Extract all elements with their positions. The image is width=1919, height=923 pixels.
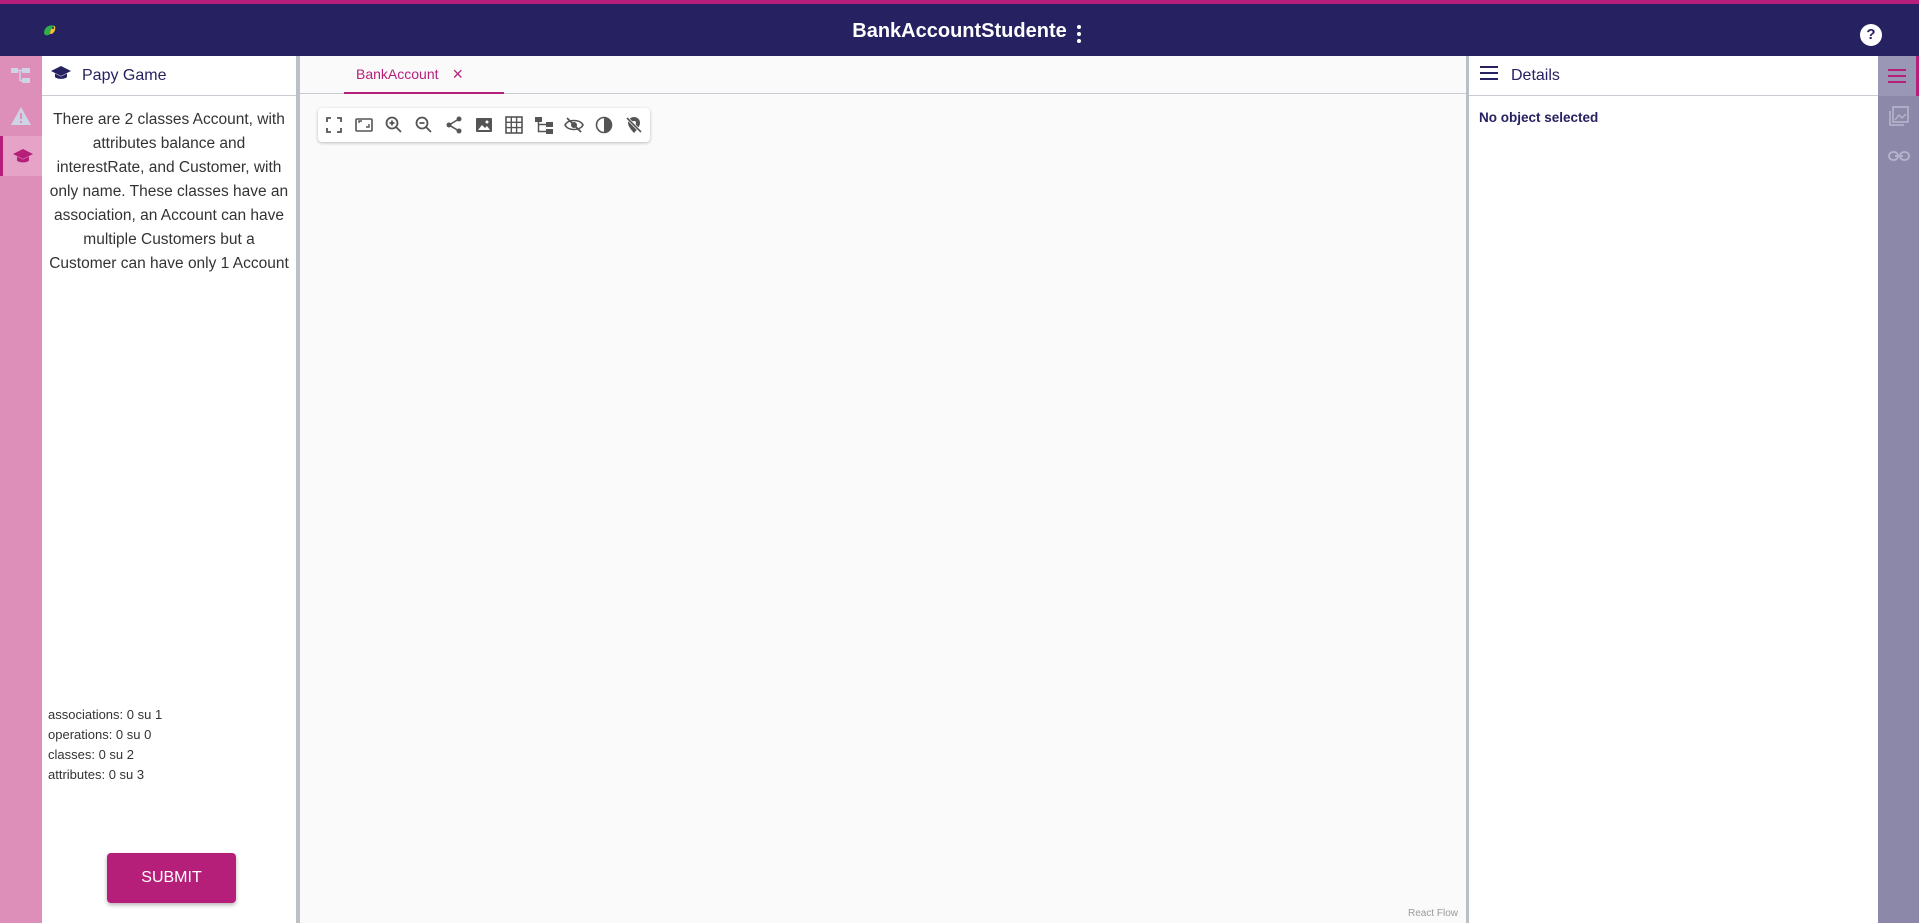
top-app-bar: BankAccountStudente ?: [0, 0, 1919, 56]
diagram-canvas[interactable]: BankAccount × React Flow: [300, 56, 1466, 923]
canvas-toolbar: [318, 108, 650, 142]
graduation-cap-icon: [50, 64, 72, 87]
details-title: Details: [1511, 66, 1560, 84]
submit-button[interactable]: SUBMIT: [107, 853, 236, 903]
image-export-icon[interactable]: [472, 113, 496, 137]
menu-icon: [1479, 65, 1499, 86]
contrast-icon[interactable]: [592, 113, 616, 137]
grid-icon[interactable]: [502, 113, 526, 137]
exercise-description: There are 2 classes Account, with attrib…: [49, 111, 289, 272]
stat-classes: classes: 0 su 2: [48, 747, 134, 762]
app-logo-icon[interactable]: [40, 21, 60, 41]
tab-bar: BankAccount ×: [300, 56, 1466, 94]
fit-view-icon[interactable]: [352, 113, 376, 137]
zoom-in-icon[interactable]: [382, 113, 406, 137]
gallery-icon[interactable]: [1878, 96, 1919, 136]
app-title: BankAccountStudente: [852, 20, 1067, 42]
stat-associations: associations: 0 su 1: [48, 707, 163, 722]
share-icon[interactable]: [442, 113, 466, 137]
fullscreen-icon[interactable]: [322, 113, 346, 137]
stat-operations: operations: 0 su 0: [48, 727, 152, 742]
empty-selection-text: No object selected: [1479, 110, 1599, 125]
tab-label: BankAccount: [356, 66, 439, 82]
graduation-cap-icon[interactable]: [0, 136, 42, 176]
game-panel-title: Papy Game: [82, 66, 167, 84]
zoom-out-icon[interactable]: [412, 113, 436, 137]
stat-attributes: attributes: 0 su 3: [48, 767, 145, 782]
details-panel: Details No object selected: [1466, 56, 1878, 923]
link-icon[interactable]: [1878, 136, 1919, 176]
help-icon[interactable]: ?: [1860, 24, 1882, 46]
game-panel-header: Papy Game: [42, 56, 296, 96]
menu-icon[interactable]: [1878, 56, 1919, 96]
right-rail: [1878, 56, 1919, 923]
more-options-icon[interactable]: [1067, 22, 1091, 46]
auto-layout-icon[interactable]: [532, 113, 556, 137]
left-rail: [0, 56, 42, 923]
hide-icon[interactable]: [562, 113, 586, 137]
game-panel: Papy Game There are 2 classes Account, w…: [42, 56, 300, 923]
progress-stats: associations: 0 su 1 operations: 0 su 0 …: [48, 705, 162, 785]
close-icon[interactable]: ×: [453, 65, 464, 83]
details-header: Details: [1469, 56, 1878, 96]
tab-bankaccount[interactable]: BankAccount ×: [344, 56, 504, 94]
warning-icon[interactable]: [0, 96, 42, 136]
react-flow-attribution[interactable]: React Flow: [1408, 908, 1458, 919]
diagram-tree-icon[interactable]: [0, 56, 42, 96]
location-off-icon[interactable]: [622, 113, 646, 137]
